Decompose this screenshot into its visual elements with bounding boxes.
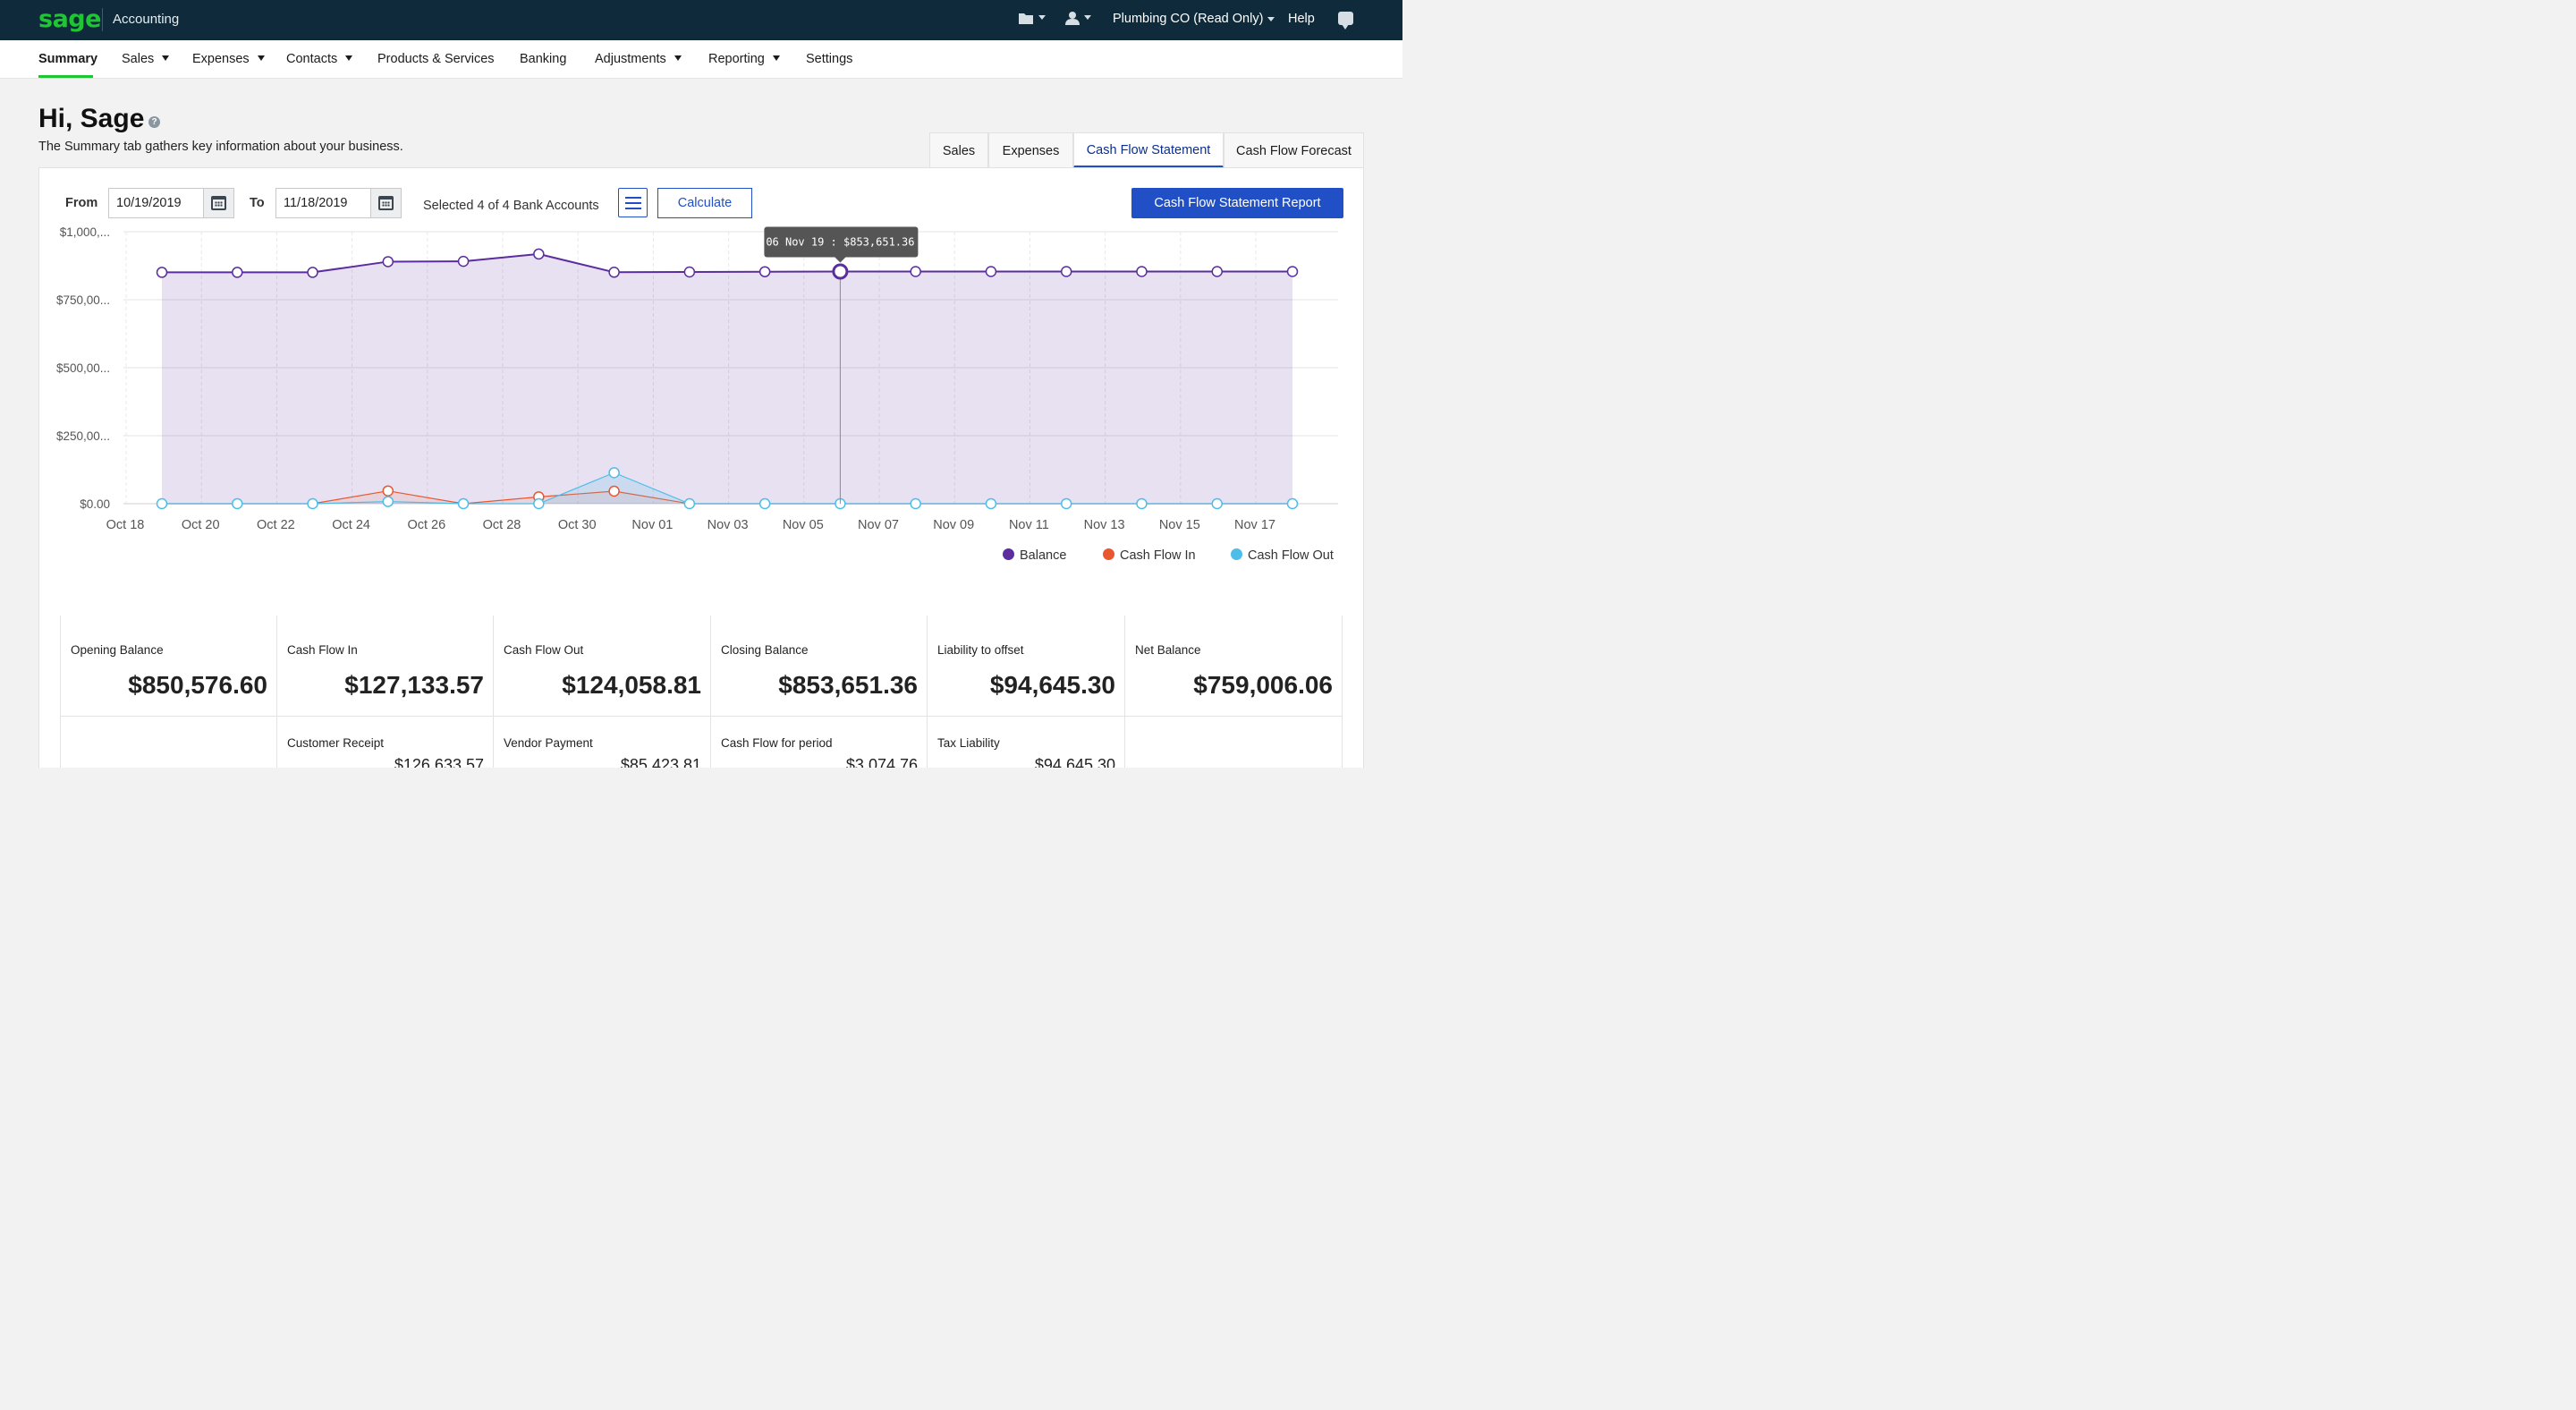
card-sub-value: $3,074.76 (845, 756, 918, 768)
y-tick-label: $500,00... (56, 361, 110, 375)
data-point (1211, 497, 1223, 510)
legend-cash-flow-out[interactable]: Cash Flow Out (1231, 548, 1334, 563)
data-point (910, 266, 921, 277)
data-point (608, 467, 620, 479)
card-title: Net Balance (1135, 643, 1201, 657)
legend-label: Balance (1020, 548, 1067, 563)
data-point (156, 497, 168, 510)
data-point (382, 485, 394, 497)
x-tick-label: Nov 07 (858, 518, 899, 532)
data-point (683, 266, 696, 278)
card-title: Liability to offset (937, 643, 1024, 657)
series-line-0 (162, 252, 1292, 274)
legend-cash-flow-in[interactable]: Cash Flow In (1103, 548, 1196, 563)
data-point (608, 267, 620, 278)
series-area-0 (162, 253, 1292, 504)
x-tick-label: Nov 03 (708, 518, 749, 532)
data-point (1136, 266, 1148, 277)
card-title: Closing Balance (721, 643, 809, 657)
tooltip-text: 06 Nov 19 : $853,651.36 (766, 235, 914, 248)
data-point (1286, 266, 1299, 277)
data-point (683, 497, 696, 510)
data-point (1136, 497, 1148, 510)
summary-grid: Opening Balance $850,576.60 Cash Flow In… (60, 616, 1343, 768)
legend-dot-balance (1003, 548, 1014, 560)
data-point (758, 266, 771, 277)
legend-label: Cash Flow Out (1248, 548, 1334, 563)
app-window: sage Accounting Plumbing CO (Read Only) … (0, 0, 1402, 768)
tooltip-arrow (835, 257, 846, 263)
data-point (608, 485, 620, 497)
x-tick-label: Nov 05 (783, 518, 824, 532)
x-tick-label: Nov 01 (631, 518, 673, 532)
card-sub-value: $94,645.30 (1034, 756, 1115, 768)
data-point (457, 497, 470, 510)
y-tick-label: $250,00... (56, 429, 110, 443)
cash-flow-chart: $1,000,... $750,00... $500,00... $250,00...… (56, 225, 1338, 532)
card-value: $850,576.60 (128, 671, 267, 699)
legend-dot-cash-flow-in (1103, 548, 1114, 560)
card-value: $127,133.57 (344, 671, 484, 699)
summary-card-liability-to-offset: Liability to offset $94,645.30 Tax Liabi… (927, 616, 1124, 768)
card-sub-title: Vendor Payment (504, 736, 593, 750)
data-point (758, 497, 771, 510)
data-point (382, 496, 394, 507)
card-value: $124,058.81 (562, 671, 701, 699)
card-sub-value: $85,423.81 (620, 756, 701, 768)
data-point (533, 497, 545, 510)
legend-label: Cash Flow In (1120, 548, 1196, 563)
summary-card-opening-balance: Opening Balance $850,576.60 (60, 616, 276, 768)
data-point (985, 497, 997, 510)
data-point (533, 248, 545, 260)
card-title: Opening Balance (71, 643, 164, 657)
data-point (1211, 266, 1223, 277)
data-point (985, 266, 997, 277)
summary-card-cash-flow-out: Cash Flow Out $124,058.81 Vendor Payment… (493, 616, 710, 768)
highlighted-point (832, 263, 849, 280)
x-tick-label: Oct 24 (332, 518, 370, 532)
x-tick-label: Oct 20 (182, 518, 220, 532)
legend-dot-cash-flow-out (1231, 548, 1242, 560)
summary-card-net-balance: Net Balance $759,006.06 (1124, 616, 1343, 768)
card-sub-title: Tax Liability (937, 736, 1000, 750)
card-sub-title: Cash Flow for period (721, 736, 833, 750)
data-point (382, 256, 394, 268)
card-sub-title: Customer Receipt (287, 736, 385, 750)
card-title: Cash Flow In (287, 643, 358, 657)
card-sub-value: $126,633.57 (394, 756, 484, 768)
card-value: $853,651.36 (778, 671, 918, 699)
data-point (232, 267, 243, 278)
x-tick-label: Oct 28 (483, 518, 521, 532)
data-point (307, 497, 318, 510)
x-tick-label: Nov 11 (1009, 518, 1049, 532)
data-point (1286, 497, 1299, 510)
data-point (307, 267, 318, 278)
y-tick-label: $750,00... (56, 293, 110, 307)
data-point (1060, 497, 1072, 510)
legend-balance[interactable]: Balance (1003, 548, 1066, 563)
y-tick-label: $0.00 (80, 497, 110, 511)
summary-card-cash-flow-in: Cash Flow In $127,133.57 Customer Receip… (276, 616, 493, 768)
x-tick-label: Nov 09 (933, 518, 974, 532)
x-tick-label: Oct 30 (558, 518, 597, 532)
x-tick-label: Nov 17 (1234, 518, 1275, 532)
x-tick-label: Oct 26 (407, 518, 445, 532)
card-value: $759,006.06 (1193, 671, 1333, 699)
summary-card-closing-balance: Closing Balance $853,651.36 Cash Flow fo… (710, 616, 927, 768)
data-point (457, 255, 470, 268)
y-tick-label: $1,000,... (60, 225, 110, 239)
x-tick-label: Nov 15 (1159, 518, 1200, 532)
data-point (910, 497, 921, 510)
data-point (232, 497, 243, 510)
card-value: $94,645.30 (989, 671, 1115, 699)
data-point (1060, 266, 1072, 277)
x-tick-label: Oct 22 (257, 518, 295, 532)
x-tick-label: Nov 13 (1084, 518, 1125, 532)
card-title: Cash Flow Out (504, 643, 584, 657)
x-tick-label: Oct 18 (106, 518, 145, 532)
data-point (156, 267, 168, 278)
